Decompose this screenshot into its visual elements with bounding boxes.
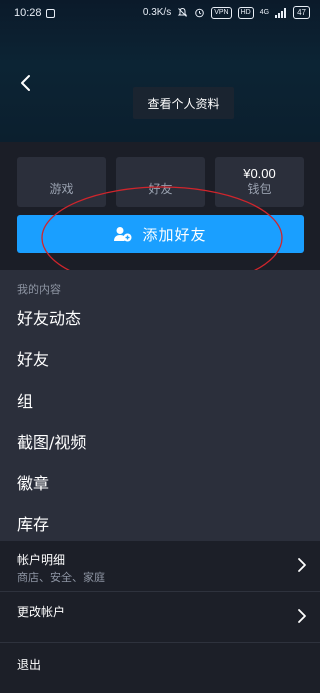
change-account-row[interactable]: 更改帐户 — [0, 592, 320, 642]
status-indicators: 0.3K/s VPN HD 4G 47 — [143, 6, 310, 19]
wallet-balance: ¥0.00 — [243, 166, 276, 181]
stats-row: 游戏 好友 ¥0.00 钱包 — [17, 157, 304, 207]
view-profile-button[interactable]: 查看个人资料 — [133, 87, 234, 119]
stat-label: 游戏 — [49, 182, 74, 196]
hd-badge: HD — [237, 6, 254, 19]
battery-indicator: 47 — [293, 6, 310, 19]
stat-card-games[interactable]: 游戏 — [17, 157, 106, 207]
logout-label: 退出 — [17, 658, 42, 672]
back-button[interactable] — [14, 70, 36, 96]
change-account-label: 更改帐户 — [17, 605, 66, 619]
menu-item-groups[interactable]: 组 — [17, 388, 33, 412]
app-notification-icon — [46, 9, 55, 18]
menu-item-screenshots[interactable]: 截图/视频 — [17, 429, 86, 453]
network-type: 4G — [259, 9, 270, 16]
stat-label: 钱包 — [247, 182, 272, 196]
section-title: 我的内容 — [17, 283, 61, 296]
stat-card-wallet[interactable]: ¥0.00 钱包 — [215, 157, 304, 207]
add-friend-label: 添加好友 — [142, 225, 207, 244]
stat-card-friends[interactable]: 好友 — [116, 157, 205, 207]
menu-item-inventory[interactable]: 库存 — [17, 511, 49, 535]
alarm-icon — [195, 8, 205, 18]
menu-item-activity[interactable]: 好友动态 — [17, 305, 81, 329]
network-speed: 0.3K/s — [142, 7, 172, 18]
chevron-right-icon — [298, 558, 306, 572]
account-details-title: 帐户明细 — [17, 553, 66, 567]
mute-bell-icon — [178, 7, 188, 17]
account-section: 帐户明细 商店、安全、家庭 更改帐户 退出 — [0, 541, 320, 693]
chevron-right-icon — [298, 609, 306, 623]
vpn-badge: VPN — [211, 6, 232, 19]
stat-label: 好友 — [148, 182, 173, 196]
signal-icon — [275, 7, 287, 18]
logout-row[interactable]: 退出 — [0, 643, 320, 693]
status-time: 10:28 — [14, 7, 42, 19]
account-details-subtitle: 商店、安全、家庭 — [17, 571, 105, 584]
add-user-icon — [114, 227, 132, 242]
status-bar: 10:28 0.3K/s VPN HD 4G 47 — [0, 0, 320, 28]
chevron-left-icon — [21, 75, 30, 91]
add-friend-button[interactable]: 添加好友 — [17, 215, 304, 253]
menu-item-friends[interactable]: 好友 — [17, 346, 49, 370]
account-details-row[interactable]: 帐户明细 商店、安全、家庭 — [0, 541, 320, 591]
menu-item-badges[interactable]: 徽章 — [17, 470, 49, 494]
